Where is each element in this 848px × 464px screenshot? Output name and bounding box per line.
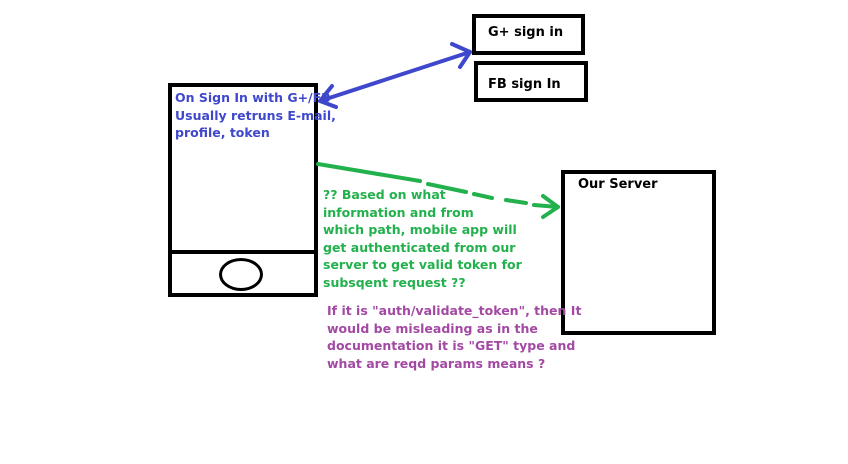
green-dashed-arrow bbox=[316, 162, 560, 219]
connector-arrows bbox=[316, 42, 560, 219]
blue-bidirectional-arrow bbox=[318, 42, 472, 109]
